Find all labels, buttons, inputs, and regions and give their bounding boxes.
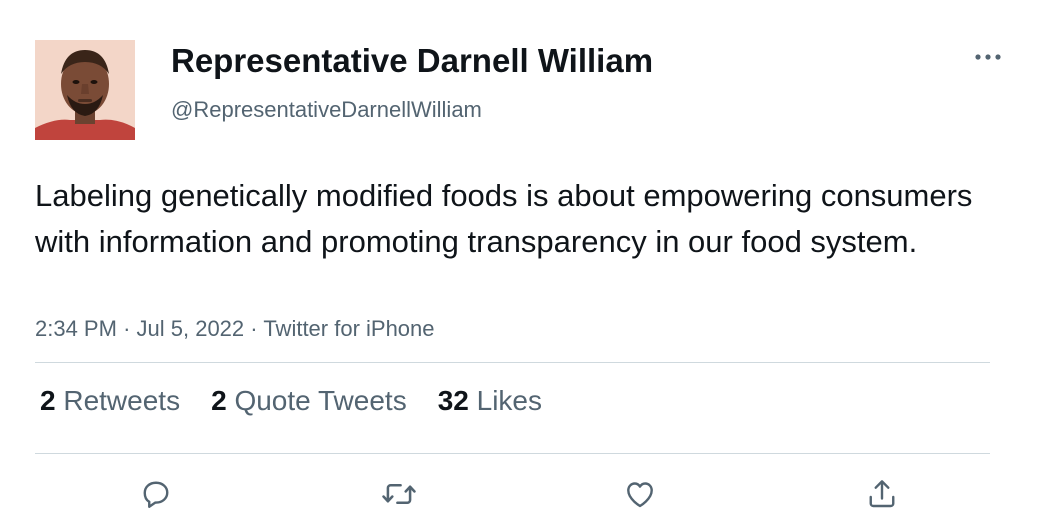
avatar-image (35, 40, 135, 140)
meta-separator: · (123, 316, 131, 341)
retweets-stat[interactable]: 2 Retweets (40, 385, 180, 417)
likes-label: Likes (476, 385, 543, 416)
quote-tweets-stat[interactable]: 2 Quote Tweets (211, 385, 407, 417)
avatar[interactable] (35, 40, 135, 140)
more-icon (975, 48, 1001, 66)
quote-tweets-count: 2 (211, 385, 227, 416)
tweet-source[interactable]: Twitter for iPhone (263, 316, 434, 341)
tweet-meta: 2:34 PM · Jul 5, 2022 · Twitter for iPho… (35, 316, 435, 342)
like-button[interactable] (616, 472, 664, 520)
divider (35, 453, 990, 454)
tweet-actions (0, 472, 1050, 520)
tweet-timestamp-time[interactable]: 2:34 PM (35, 316, 117, 341)
divider (35, 362, 990, 363)
reply-button[interactable] (132, 472, 180, 520)
more-button[interactable] (968, 42, 1008, 72)
tweet-timestamp-date[interactable]: Jul 5, 2022 (137, 316, 245, 341)
retweets-count: 2 (40, 385, 56, 416)
tweet-stats: 2 Retweets 2 Quote Tweets 32 Likes (40, 385, 542, 417)
author-display-name[interactable]: Representative Darnell William (171, 42, 653, 80)
tweet-text: Labeling genetically modified foods is a… (35, 178, 973, 259)
likes-count: 32 (437, 385, 469, 416)
author-handle[interactable]: @RepresentativeDarnellWilliam (171, 97, 482, 123)
retweets-label: Retweets (63, 385, 181, 416)
likes-stat[interactable]: 32 Likes (438, 385, 542, 417)
retweet-button[interactable] (375, 472, 423, 520)
share-button[interactable] (858, 472, 906, 520)
reply-icon (138, 476, 174, 517)
quote-tweets-label: Quote Tweets (234, 385, 407, 416)
heart-icon (622, 476, 658, 517)
meta-separator: · (250, 316, 258, 341)
share-icon (864, 476, 900, 517)
retweet-icon (380, 475, 418, 518)
